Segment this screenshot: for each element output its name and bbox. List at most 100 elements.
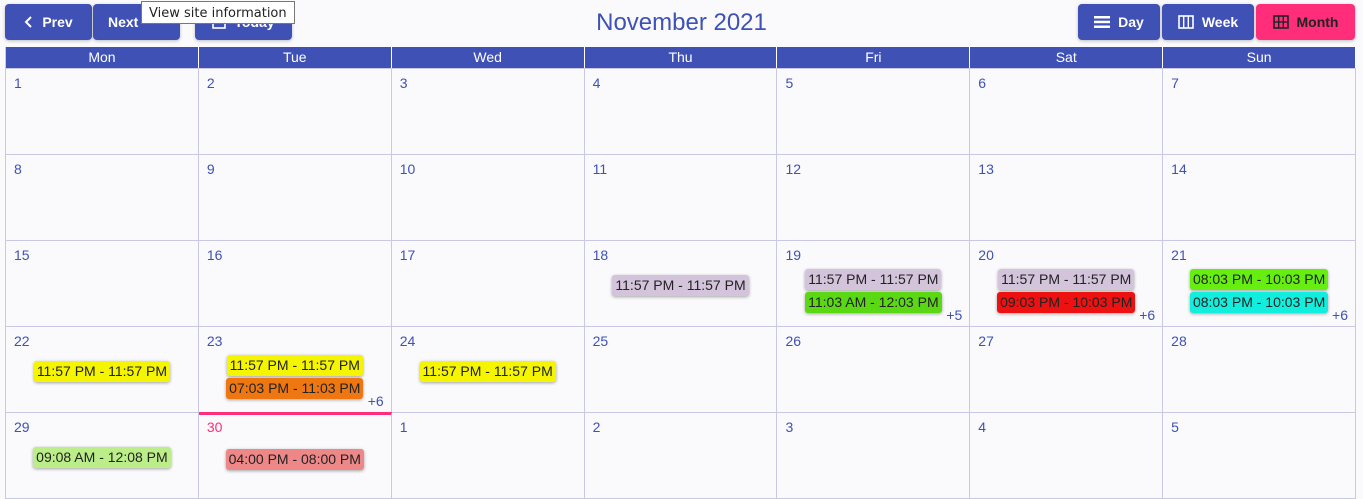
day-cell[interactable]: 4 <box>585 69 778 154</box>
day-cell[interactable]: 24 11:57 PM - 11:57 PM <box>392 327 585 412</box>
event-chip[interactable]: 08:03 PM - 10:03 PM <box>1189 292 1329 313</box>
day-number[interactable]: 10 <box>400 161 416 177</box>
day-cell[interactable]: 4 <box>970 413 1164 498</box>
day-cell[interactable]: 21 08:03 PM - 10:03 PM 08:03 PM - 10:03 PM… <box>1163 241 1357 326</box>
day-number[interactable]: 23 <box>207 333 223 349</box>
event-chip[interactable]: 08:03 PM - 10:03 PM <box>1189 269 1329 290</box>
day-cell[interactable]: 5 <box>1163 413 1357 498</box>
weekday-header-sat: Sat <box>970 47 1164 68</box>
day-number[interactable]: 29 <box>14 419 30 435</box>
day-cell[interactable]: 13 <box>970 155 1164 240</box>
day-number[interactable]: 4 <box>978 419 986 435</box>
day-number[interactable]: 2 <box>593 419 601 435</box>
day-cell[interactable]: 3 <box>392 69 585 154</box>
day-number[interactable]: 26 <box>785 333 801 349</box>
weekday-header: Mon Tue Wed Thu Fri Sat Sun <box>6 47 1357 68</box>
day-number[interactable]: 21 <box>1171 247 1187 263</box>
day-cell[interactable]: 2 <box>585 413 778 498</box>
event-chip[interactable]: 11:57 PM - 11:57 PM <box>419 361 556 382</box>
day-number[interactable]: 28 <box>1171 333 1187 349</box>
day-number[interactable]: 13 <box>978 161 994 177</box>
day-cell[interactable]: 29 09:08 AM - 12:08 PM <box>6 413 199 498</box>
day-number[interactable]: 12 <box>785 161 801 177</box>
week-row: 8 9 10 11 12 13 14 <box>6 154 1357 240</box>
day-cell-today[interactable]: 30 04:00 PM - 08:00 PM <box>198 412 392 498</box>
day-view-button[interactable]: Day <box>1078 4 1160 40</box>
day-cell[interactable]: 23 11:57 PM - 11:57 PM 07:03 PM - 11:03 PM… <box>199 327 392 412</box>
day-cell[interactable]: 22 11:57 PM - 11:57 PM <box>6 327 199 412</box>
day-cell[interactable]: 11 <box>585 155 778 240</box>
day-cell[interactable]: 12 <box>777 155 971 240</box>
more-events-link[interactable]: +6 <box>368 393 384 409</box>
event-chip[interactable]: 11:57 PM - 11:57 PM <box>33 361 171 382</box>
day-number[interactable]: 1 <box>400 419 408 435</box>
week-row: 22 11:57 PM - 11:57 PM 23 11:57 PM - 11:57 … <box>6 326 1357 412</box>
day-number[interactable]: 7 <box>1171 75 1179 91</box>
event-chip[interactable]: 04:00 PM - 08:00 PM <box>225 449 364 470</box>
day-cell[interactable]: 27 <box>970 327 1164 412</box>
day-number[interactable]: 8 <box>14 161 22 177</box>
day-number[interactable]: 24 <box>400 333 416 349</box>
day-view-label: Day <box>1118 14 1144 30</box>
prev-button[interactable]: Prev <box>5 4 92 40</box>
week-view-button[interactable]: Week <box>1162 4 1254 40</box>
weekday-header-thu: Thu <box>585 47 778 68</box>
day-number[interactable]: 22 <box>14 333 30 349</box>
day-cell[interactable]: 15 <box>6 241 199 326</box>
day-cell[interactable]: 8 <box>6 155 199 240</box>
day-cell[interactable]: 2 <box>199 69 392 154</box>
day-cell[interactable]: 3 <box>777 413 971 498</box>
day-cell[interactable]: 5 <box>777 69 971 154</box>
day-cell[interactable]: 19 11:57 PM - 11:57 PM 11:03 AM - 12:03 PM… <box>777 241 971 326</box>
more-events-link[interactable]: +5 <box>946 307 962 323</box>
event-chip[interactable]: 11:57 PM - 11:57 PM <box>226 355 363 376</box>
day-cell[interactable]: 20 11:57 PM - 11:57 PM 09:03 PM - 10:03 PM… <box>970 241 1164 326</box>
day-number[interactable]: 19 <box>785 247 801 263</box>
day-cell[interactable]: 18 11:57 PM - 11:57 PM <box>585 241 778 326</box>
day-number[interactable]: 18 <box>593 247 609 263</box>
day-number[interactable]: 9 <box>207 161 215 177</box>
day-cell[interactable]: 6 <box>970 69 1164 154</box>
weekday-header-mon: Mon <box>6 47 199 68</box>
day-number[interactable]: 14 <box>1171 161 1187 177</box>
day-number[interactable]: 11 <box>593 161 608 177</box>
day-cell[interactable]: 7 <box>1163 69 1357 154</box>
month-view-button[interactable]: Month <box>1256 4 1355 40</box>
day-number[interactable]: 5 <box>785 75 793 91</box>
day-number[interactable]: 5 <box>1171 419 1179 435</box>
day-cell[interactable]: 16 <box>199 241 392 326</box>
day-number[interactable]: 16 <box>207 247 223 263</box>
day-number[interactable]: 3 <box>785 419 793 435</box>
day-number[interactable]: 25 <box>593 333 609 349</box>
day-number[interactable]: 2 <box>207 75 215 91</box>
weekday-header-sun: Sun <box>1163 47 1357 68</box>
day-number[interactable]: 1 <box>14 75 22 91</box>
more-events-link[interactable]: +6 <box>1139 307 1155 323</box>
day-cell[interactable]: 25 <box>585 327 778 412</box>
week-view-label: Week <box>1201 14 1239 30</box>
day-cell[interactable]: 17 <box>392 241 585 326</box>
day-number[interactable]: 17 <box>400 247 416 263</box>
day-number[interactable]: 3 <box>400 75 408 91</box>
event-chip[interactable]: 07:03 PM - 11:03 PM <box>226 378 364 399</box>
day-number[interactable]: 27 <box>978 333 994 349</box>
day-number[interactable]: 6 <box>978 75 986 91</box>
day-cell[interactable]: 28 <box>1163 327 1357 412</box>
day-cell[interactable]: 10 <box>392 155 585 240</box>
day-number[interactable]: 20 <box>978 247 994 263</box>
more-events-link[interactable]: +6 <box>1332 307 1348 323</box>
day-cell[interactable]: 1 <box>6 69 199 154</box>
day-number[interactable]: 30 <box>207 419 223 435</box>
day-cell[interactable]: 26 <box>777 327 971 412</box>
day-number[interactable]: 4 <box>593 75 601 91</box>
event-chip[interactable]: 11:57 PM - 11:57 PM <box>998 269 1135 290</box>
event-chip[interactable]: 11:03 AM - 12:03 PM <box>805 292 942 313</box>
day-cell[interactable]: 1 <box>392 413 585 498</box>
event-chip[interactable]: 09:08 AM - 12:08 PM <box>33 447 171 468</box>
day-cell[interactable]: 14 <box>1163 155 1357 240</box>
event-chip[interactable]: 11:57 PM - 11:57 PM <box>612 275 749 296</box>
event-chip[interactable]: 11:57 PM - 11:57 PM <box>805 269 942 290</box>
day-number[interactable]: 15 <box>14 247 30 263</box>
day-cell[interactable]: 9 <box>199 155 392 240</box>
event-chip[interactable]: 09:03 PM - 10:03 PM <box>997 292 1136 313</box>
